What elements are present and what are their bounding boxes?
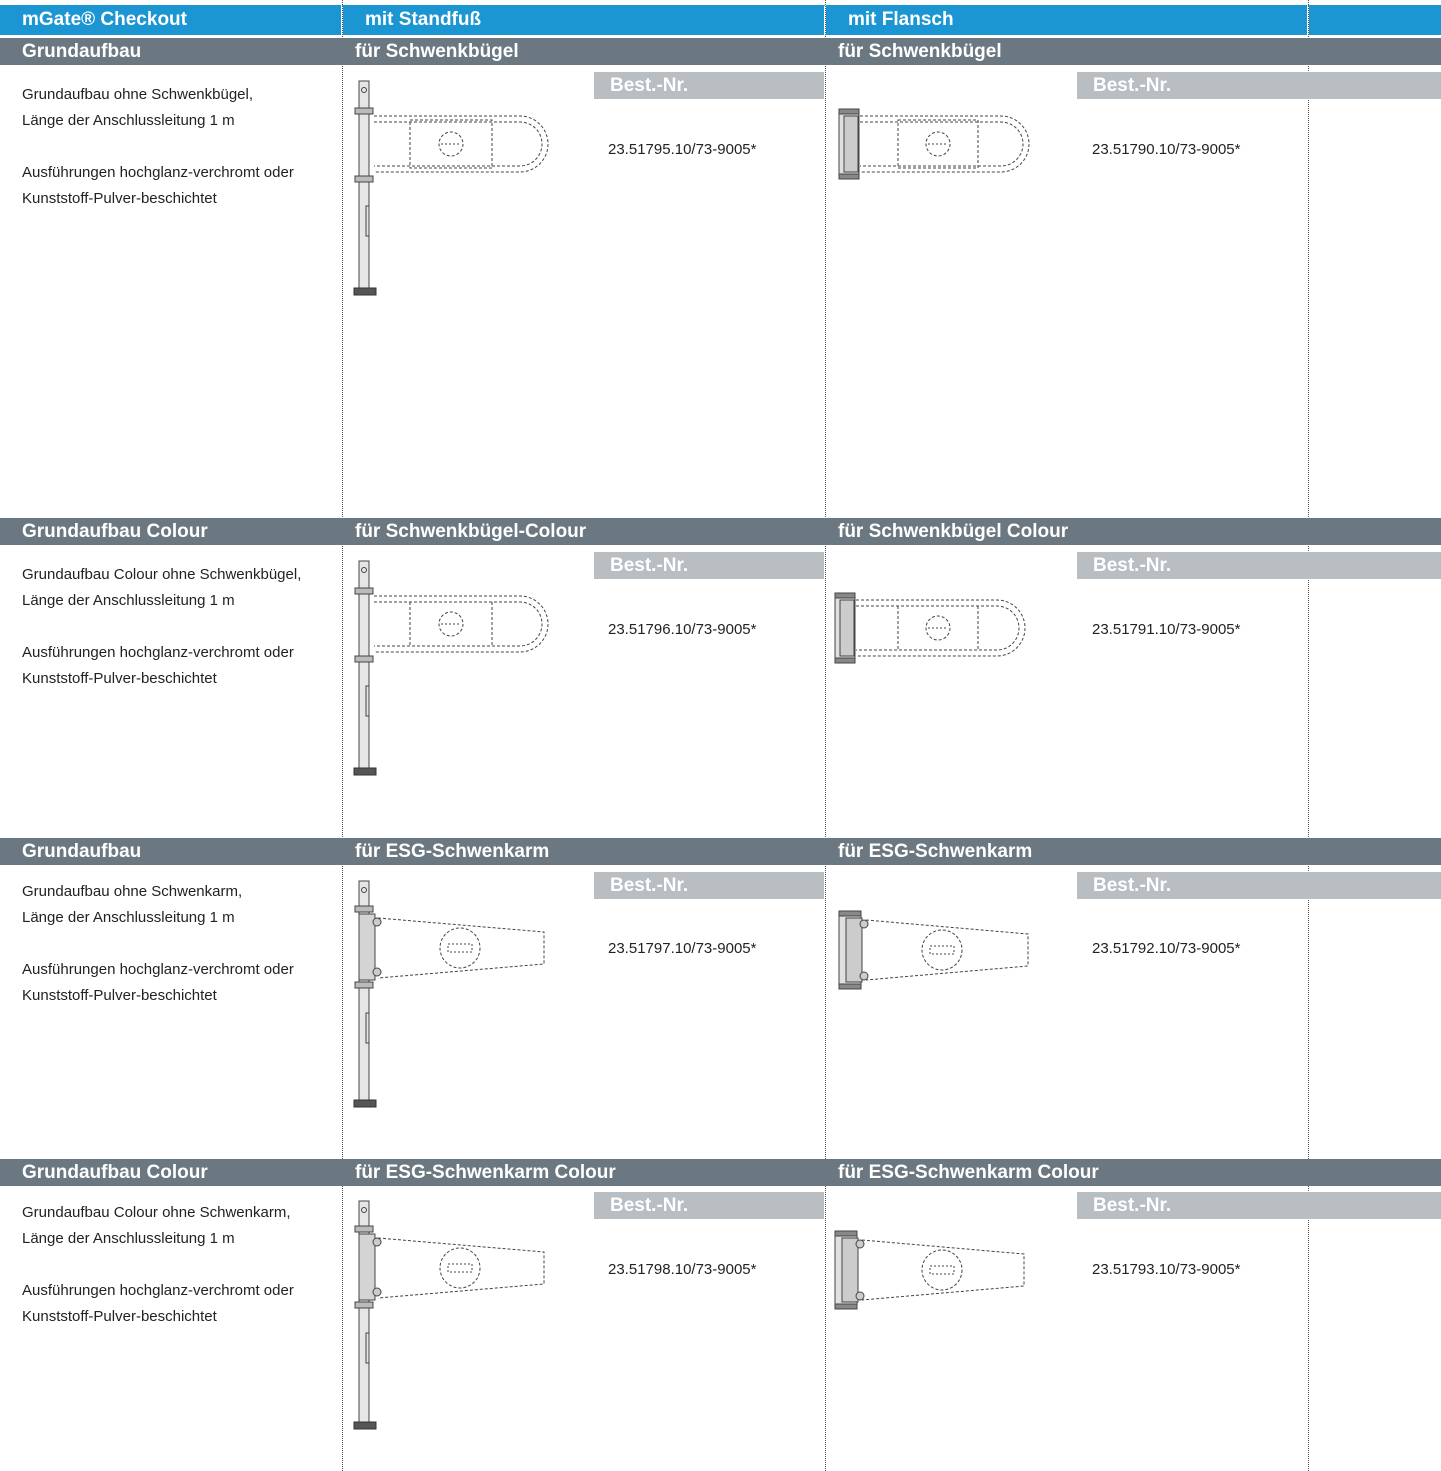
standfuss-esg-arm-drawing xyxy=(353,880,545,1108)
standfuss-buegel-drawing xyxy=(353,80,549,296)
flansch-title: für ESG-Schwenkarm xyxy=(838,841,1033,862)
column-divider xyxy=(342,0,343,1471)
best-nr-label: Best.-Nr. xyxy=(1077,552,1441,579)
standfuss-title: für ESG-Schwenkarm Colour xyxy=(355,1162,616,1183)
article-number: 23.51797.10/73-9005* xyxy=(608,940,757,957)
section-title: Grundaufbau Colour xyxy=(22,521,208,542)
desc-line: Grundaufbau ohne Schwenkbügel, xyxy=(22,86,254,103)
desc-line: Ausführungen hochglanz-verchromt oder xyxy=(22,644,294,661)
desc-line: Kunststoff-Pulver-beschichtet xyxy=(22,670,217,687)
desc-line: Ausführungen hochglanz-verchromt oder xyxy=(22,1282,294,1299)
section-description: Grundaufbau ohne Schwenkbügel, Länge der … xyxy=(22,82,332,212)
desc-line: Kunststoff-Pulver-beschichtet xyxy=(22,1308,217,1325)
standfuss-title: für Schwenkbügel-Colour xyxy=(355,521,587,542)
column-divider xyxy=(825,0,826,1471)
section-description: Grundaufbau ohne Schwenkarm, Länge der An… xyxy=(22,879,332,1009)
flansch-buegel-drawing xyxy=(838,108,1030,180)
article-number: 23.51795.10/73-9005* xyxy=(608,141,757,158)
flansch-title: für Schwenkbügel xyxy=(838,41,1002,62)
standfuss-buegel-colour-drawing xyxy=(353,560,549,776)
standfuss-esg-arm-colour-drawing xyxy=(353,1200,545,1430)
desc-line: Grundaufbau ohne Schwenkarm, xyxy=(22,883,243,900)
section-bar: Grundaufbau für ESG-Schwenkarm für ESG-S… xyxy=(0,838,1441,865)
best-nr-label: Best.-Nr. xyxy=(1077,872,1441,899)
section-bar: Grundaufbau für Schwenkbügel für Schwenk… xyxy=(0,38,1441,65)
best-nr-label: Best.-Nr. xyxy=(1077,72,1441,99)
flansch-buegel-colour-drawing xyxy=(834,592,1026,664)
header-flansch: mit Flansch xyxy=(826,5,1307,35)
desc-line: Länge der Anschlussleitung 1 m xyxy=(22,592,235,609)
flansch-esg-arm-drawing xyxy=(838,910,1029,990)
desc-line: Ausführungen hochglanz-verchromt oder xyxy=(22,164,294,181)
section-description: Grundaufbau Colour ohne Schwenkbügel, Län… xyxy=(22,562,332,692)
header-empty xyxy=(1309,5,1441,35)
article-number: 23.51798.10/73-9005* xyxy=(608,1261,757,1278)
article-number: 23.51791.10/73-9005* xyxy=(1092,621,1241,638)
article-number: 23.51793.10/73-9005* xyxy=(1092,1261,1241,1278)
table-header: mGate® Checkout mit Standfuß mit Flansch xyxy=(0,5,1441,35)
desc-line: Grundaufbau Colour ohne Schwenkbügel, xyxy=(22,566,302,583)
desc-line: Länge der Anschlussleitung 1 m xyxy=(22,1230,235,1247)
best-nr-label: Best.-Nr. xyxy=(594,72,824,99)
desc-line: Länge der Anschlussleitung 1 m xyxy=(22,112,235,129)
best-nr-label: Best.-Nr. xyxy=(1077,1192,1441,1219)
header-standfuss: mit Standfuß xyxy=(343,5,824,35)
section-bar: Grundaufbau Colour für ESG-Schwenkarm Co… xyxy=(0,1159,1441,1186)
flansch-esg-arm-colour-drawing xyxy=(834,1230,1025,1310)
best-nr-label: Best.-Nr. xyxy=(594,872,824,899)
best-nr-label: Best.-Nr. xyxy=(594,1192,824,1219)
header-product-name: mGate® Checkout xyxy=(0,5,341,35)
standfuss-title: für ESG-Schwenkarm xyxy=(355,841,550,862)
standfuss-title: für Schwenkbügel xyxy=(355,41,519,62)
section-title: Grundaufbau xyxy=(22,841,142,862)
best-nr-label: Best.-Nr. xyxy=(594,552,824,579)
section-bar: Grundaufbau Colour für Schwenkbügel-Colo… xyxy=(0,518,1441,545)
section-description: Grundaufbau Colour ohne Schwenkarm, Länge… xyxy=(22,1200,332,1330)
desc-line: Länge der Anschlussleitung 1 m xyxy=(22,909,235,926)
desc-line: Kunststoff-Pulver-beschichtet xyxy=(22,987,217,1004)
article-number: 23.51796.10/73-9005* xyxy=(608,621,757,638)
desc-line: Ausführungen hochglanz-verchromt oder xyxy=(22,961,294,978)
flansch-title: für Schwenkbügel Colour xyxy=(838,521,1069,542)
article-number: 23.51790.10/73-9005* xyxy=(1092,141,1241,158)
desc-line: Grundaufbau Colour ohne Schwenkarm, xyxy=(22,1204,291,1221)
section-title: Grundaufbau Colour xyxy=(22,1162,208,1183)
flansch-title: für ESG-Schwenkarm Colour xyxy=(838,1162,1099,1183)
desc-line: Kunststoff-Pulver-beschichtet xyxy=(22,190,217,207)
column-divider xyxy=(1308,0,1309,1471)
article-number: 23.51792.10/73-9005* xyxy=(1092,940,1241,957)
section-title: Grundaufbau xyxy=(22,41,142,62)
